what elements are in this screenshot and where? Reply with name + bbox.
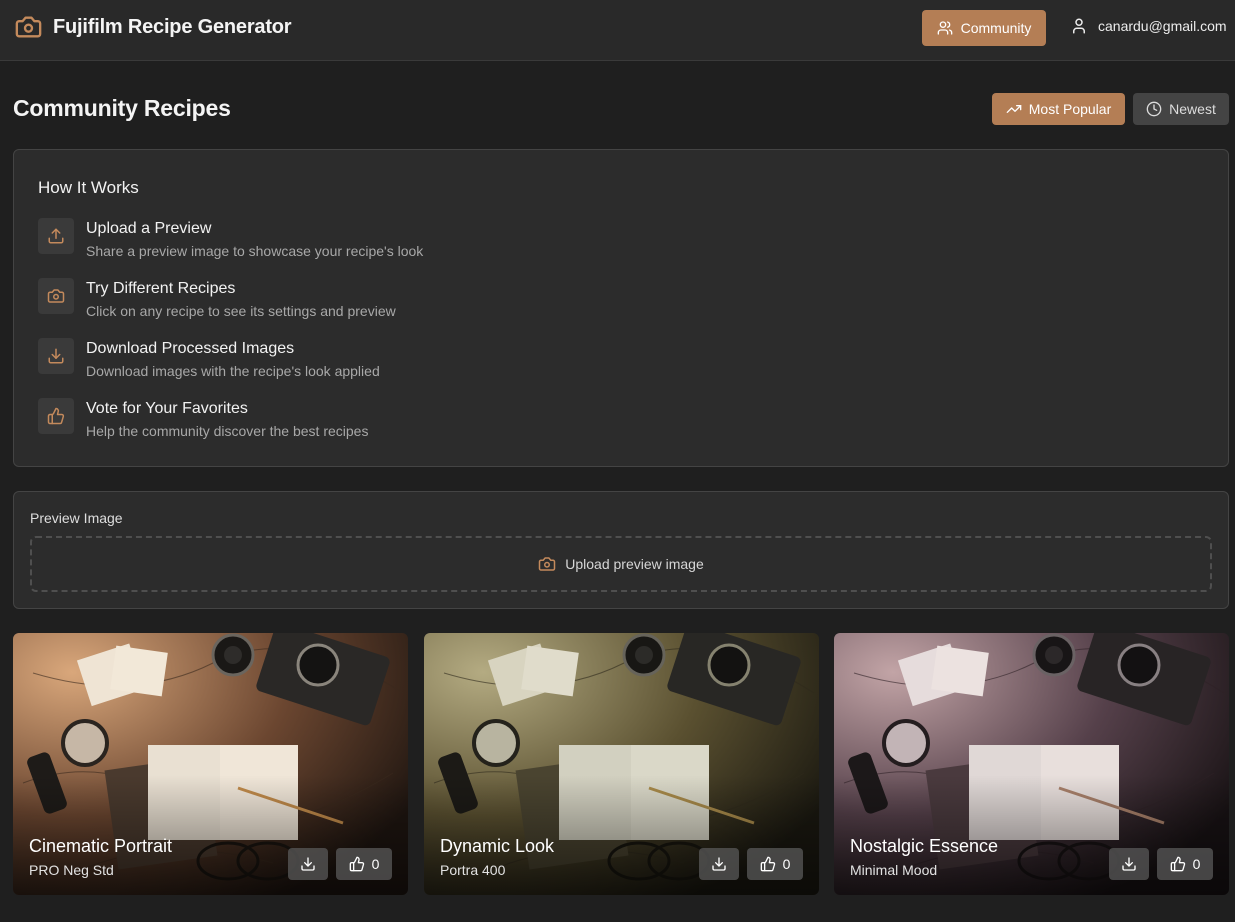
vote-button[interactable]: 0 (747, 848, 803, 880)
step-title: Upload a Preview (86, 220, 212, 237)
clock-icon (1146, 101, 1162, 117)
thumbs-up-icon (38, 398, 74, 434)
step-title: Download Processed Images (86, 340, 295, 357)
step-title: Try Different Recipes (86, 280, 236, 297)
recipe-name: Cinematic Portrait (29, 836, 173, 856)
download-icon (300, 856, 316, 872)
app-title: Fujifilm Recipe Generator (53, 15, 292, 38)
camera-icon (13, 13, 44, 41)
thumbs-up-icon (349, 856, 365, 872)
step-description: Share a preview image to showcase your r… (86, 243, 424, 259)
download-button[interactable] (288, 848, 328, 880)
vote-count: 0 (1192, 856, 1201, 872)
step-description: Download images with the recipe's look a… (86, 363, 380, 379)
step-try-recipes: Try Different Recipes Click on any recip… (38, 278, 738, 322)
download-button[interactable] (699, 848, 739, 880)
how-it-works-title: How It Works (38, 178, 139, 197)
user-email: canardu@gmail.com (1098, 18, 1227, 34)
vote-count: 0 (782, 856, 791, 872)
download-button[interactable] (1109, 848, 1149, 880)
download-icon (1121, 856, 1137, 872)
camera-icon (538, 555, 556, 573)
preview-image-label: Preview Image (30, 510, 123, 526)
sort-newest-label: Newest (1169, 101, 1216, 117)
recipe-card[interactable]: Cinematic Portrait PRO Neg Std 0 (13, 633, 408, 895)
recipe-card[interactable]: Nostalgic Essence Minimal Mood 0 (834, 633, 1229, 895)
preview-image-panel: Preview Image Upload preview image (13, 491, 1229, 609)
recipe-card[interactable]: Dynamic Look Portra 400 0 (424, 633, 819, 895)
step-description: Help the community discover the best rec… (86, 423, 369, 439)
sort-most-popular-button[interactable]: Most Popular (992, 93, 1125, 125)
step-title: Vote for Your Favorites (86, 400, 248, 417)
camera-icon (38, 278, 74, 314)
upload-preview-label: Upload preview image (565, 556, 704, 572)
upload-icon (38, 218, 74, 254)
step-vote-favorites: Vote for Your Favorites Help the communi… (38, 398, 738, 442)
top-bar: Fujifilm Recipe Generator Community cana… (0, 0, 1235, 61)
sort-newest-button[interactable]: Newest (1133, 93, 1229, 125)
brand[interactable]: Fujifilm Recipe Generator (13, 13, 292, 41)
users-icon (937, 20, 953, 36)
thumbs-up-icon (760, 856, 776, 872)
step-description: Click on any recipe to see its settings … (86, 303, 396, 319)
upload-preview-dropzone[interactable]: Upload preview image (30, 536, 1212, 592)
how-it-works-panel: How It Works Upload a Preview Share a pr… (13, 149, 1229, 467)
recipe-film-simulation: Portra 400 (440, 862, 506, 878)
recipe-name: Nostalgic Essence (850, 836, 999, 856)
user-icon (1070, 17, 1088, 35)
community-label: Community (960, 20, 1032, 36)
recipe-film-simulation: Minimal Mood (850, 862, 938, 878)
page-title: Community Recipes (13, 95, 231, 121)
vote-button[interactable]: 0 (1157, 848, 1213, 880)
user-menu[interactable]: canardu@gmail.com (1070, 17, 1227, 35)
community-button[interactable]: Community (922, 10, 1046, 46)
step-download-images: Download Processed Images Download image… (38, 338, 738, 382)
recipe-film-simulation: PRO Neg Std (29, 862, 114, 878)
vote-count: 0 (371, 856, 380, 872)
thumbs-up-icon (1170, 856, 1186, 872)
recipe-name: Dynamic Look (440, 836, 555, 856)
step-upload-preview: Upload a Preview Share a preview image t… (38, 218, 738, 262)
vote-button[interactable]: 0 (336, 848, 392, 880)
download-icon (711, 856, 727, 872)
trending-up-icon (1006, 101, 1022, 117)
download-icon (38, 338, 74, 374)
sort-most-popular-label: Most Popular (1028, 101, 1112, 117)
